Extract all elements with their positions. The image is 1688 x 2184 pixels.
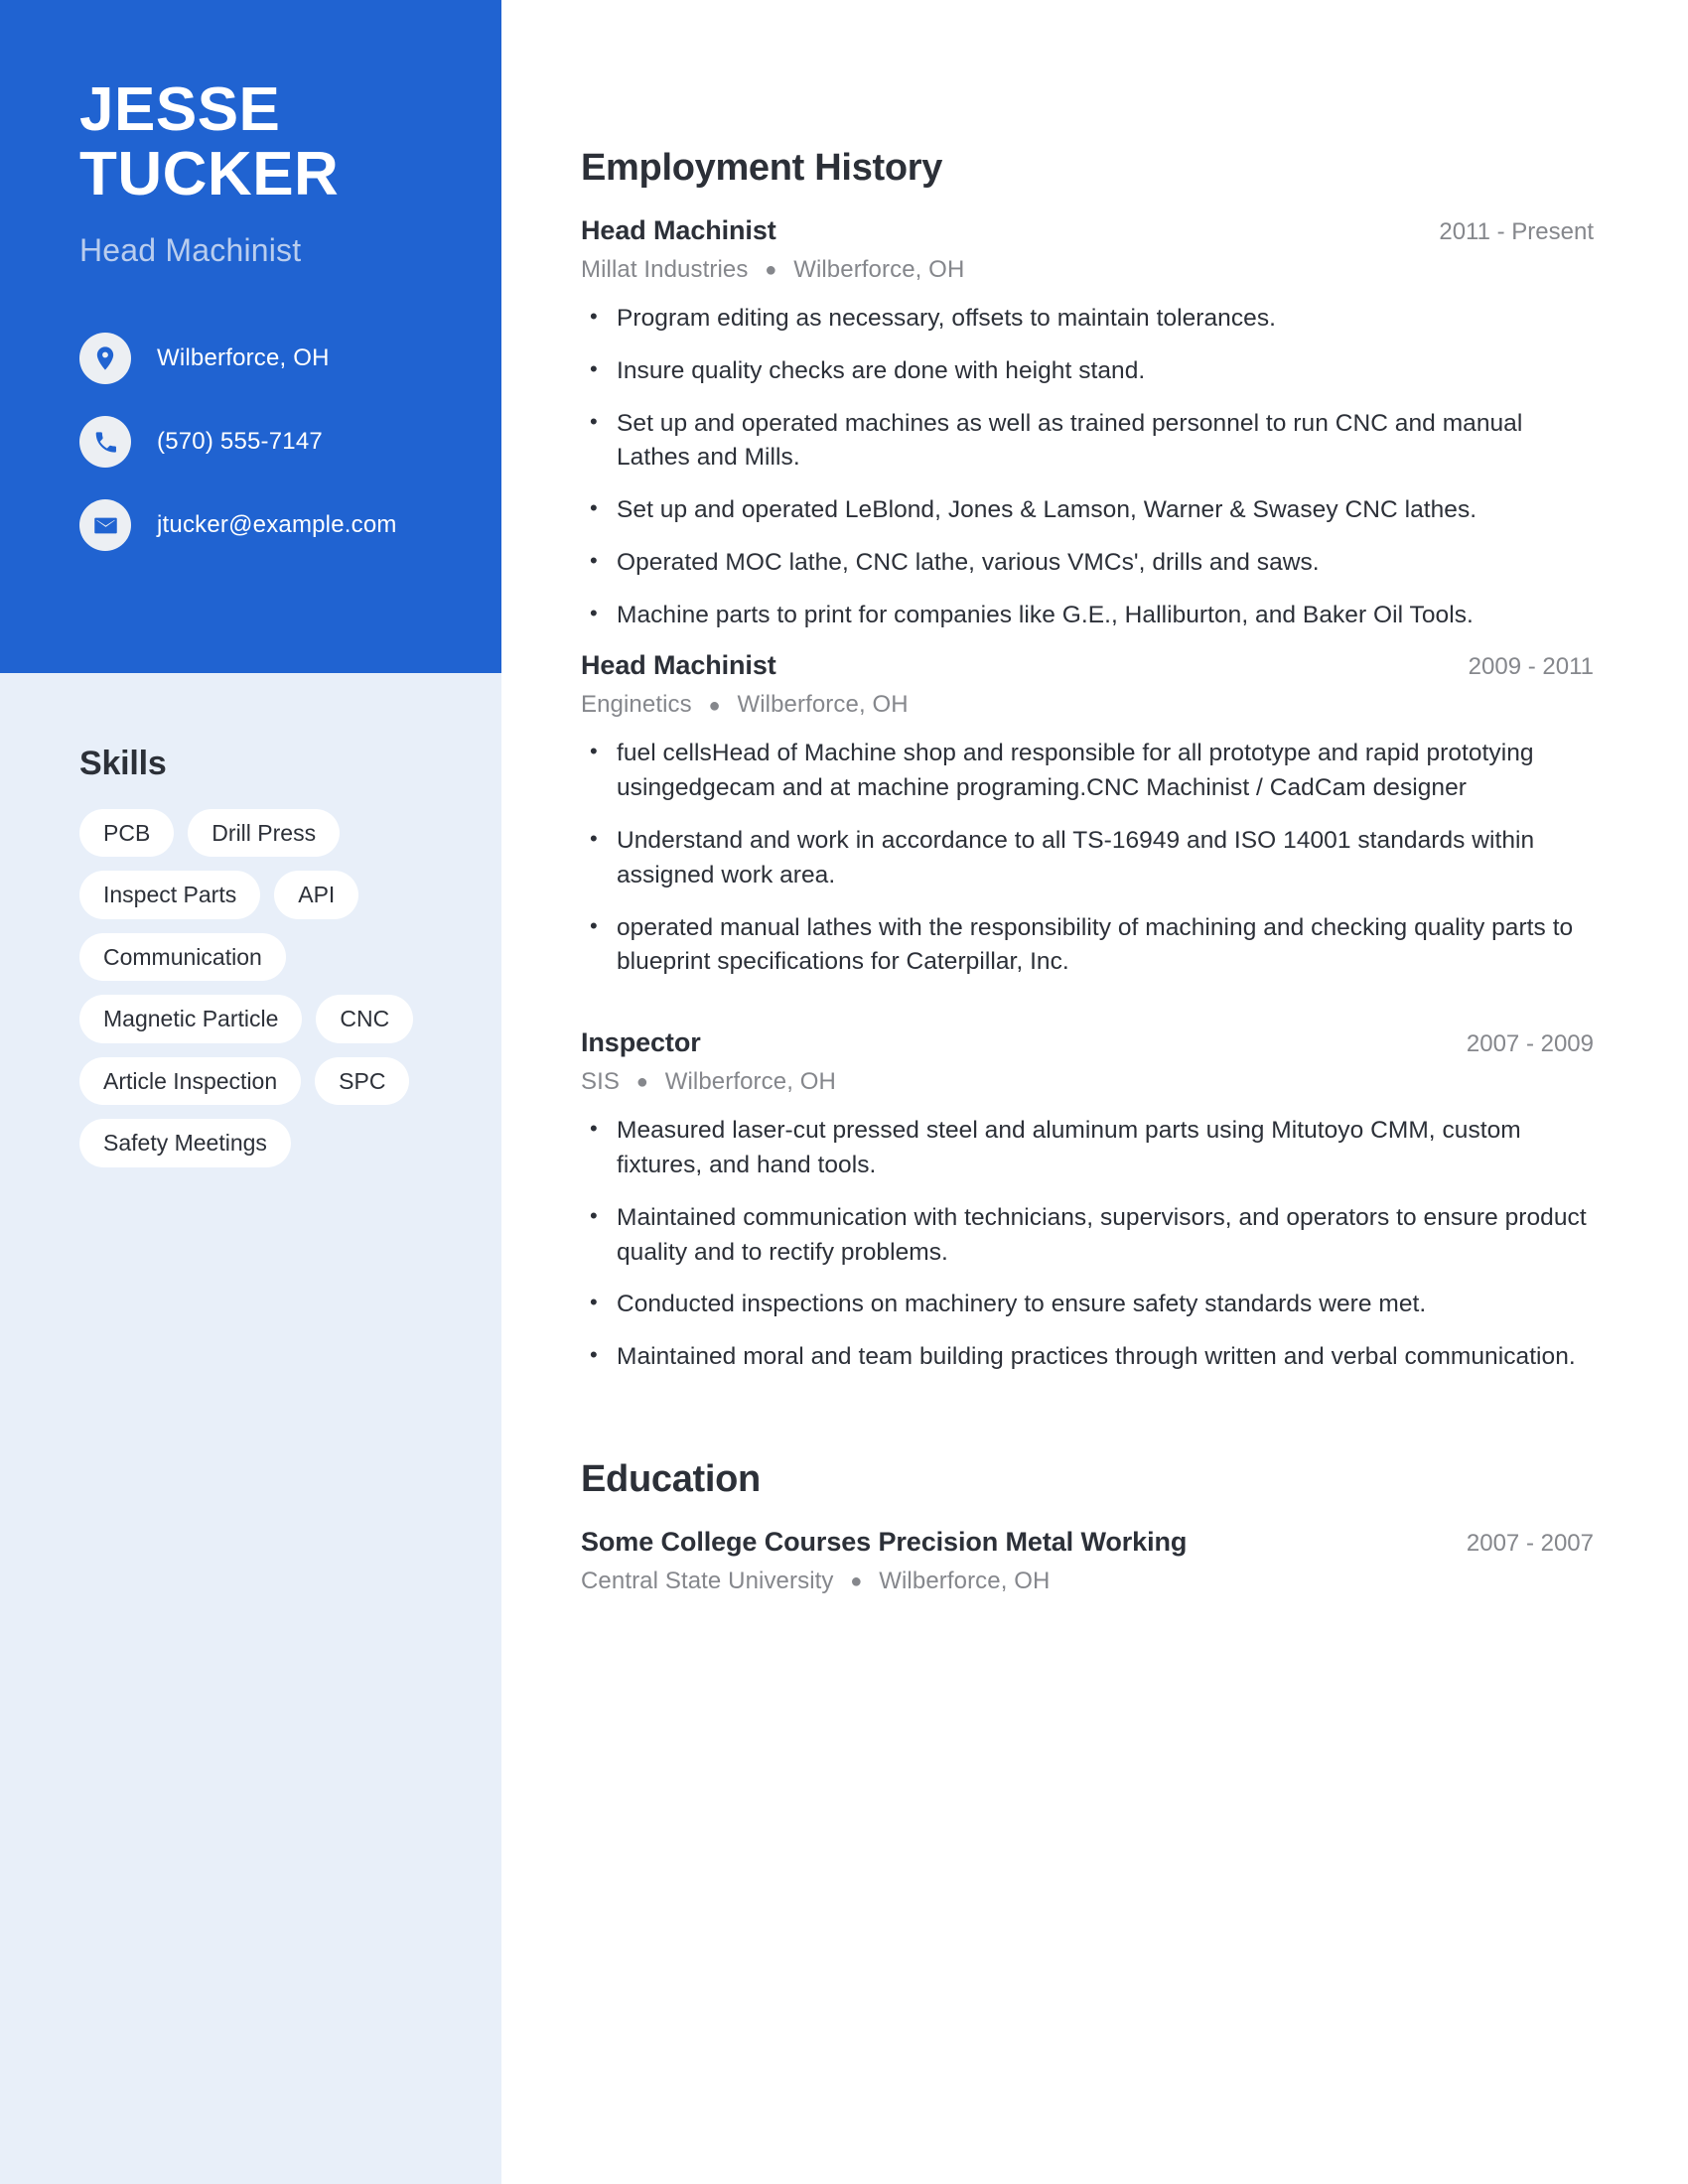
phone-icon [79, 416, 131, 469]
entry-header: Head Machinist 2011 - Present [581, 215, 1594, 246]
candidate-job-title: Head Machinist [79, 232, 302, 269]
skill-pill[interactable]: Inspect Parts [79, 871, 261, 919]
job-bullet: fuel cellsHead of Machine shop and respo… [581, 736, 1594, 806]
job-bullet: Measured laser-cut pressed steel and alu… [581, 1113, 1594, 1183]
contact-email-text: jtucker@example.com [157, 511, 397, 539]
job-bullet-list: Measured laser-cut pressed steel and alu… [581, 1113, 1594, 1375]
job-bullet-list: Program editing as necessary, offsets to… [581, 301, 1594, 633]
sidebar: JESSE TUCKER Head Machinist Wilberforce,… [0, 0, 501, 2184]
main-content: Employment History Head Machinist 2011 -… [501, 0, 1688, 1603]
job-bullet: Set up and operated LeBlond, Jones & Lam… [581, 492, 1594, 528]
contact-list: Wilberforce, OH (570) 555-7147 jtucker@e… [0, 333, 501, 552]
job-location: Wilberforce, OH [793, 256, 965, 283]
education-title: Some College Courses Precision Metal Wor… [581, 1526, 1188, 1557]
employment-entry: Head Machinist 2009 - 2011 Enginetics ● … [581, 650, 1594, 980]
location-pin-icon [79, 333, 131, 385]
job-bullet: Maintained communication with technician… [581, 1200, 1594, 1271]
job-bullet-list: fuel cellsHead of Machine shop and respo… [581, 736, 1594, 981]
job-date-range: 2009 - 2011 [1468, 653, 1594, 681]
job-bullet: Insure quality checks are done with heig… [581, 353, 1594, 389]
education-date-range: 2007 - 2007 [1466, 1529, 1594, 1557]
job-bullet: Understand and work in accordance to all… [581, 823, 1594, 893]
job-date-range: 2011 - Present [1439, 218, 1594, 245]
skill-pill[interactable]: SPC [315, 1056, 410, 1106]
job-company-location: Enginetics ● Wilberforce, OH [581, 691, 1594, 719]
job-company-location: Millat Industries ● Wilberforce, OH [581, 256, 1594, 284]
job-company: SIS [581, 1068, 620, 1096]
skill-pill[interactable]: Article Inspection [79, 1056, 302, 1106]
skill-pill[interactable]: Magnetic Particle [79, 995, 303, 1043]
skill-pill[interactable]: Drill Press [188, 809, 341, 858]
entry-header: Some College Courses Precision Metal Wor… [581, 1527, 1594, 1558]
separator-dot-icon: ● [708, 694, 721, 717]
job-company: Millat Industries [581, 256, 749, 283]
job-title: Head Machinist [581, 650, 776, 681]
job-bullet: Set up and operated machines as well as … [581, 406, 1594, 477]
employment-entry: Head Machinist 2011 - Present Millat Ind… [581, 215, 1594, 632]
skill-pill[interactable]: Safety Meetings [79, 1119, 291, 1167]
education-school: Central State University [581, 1567, 834, 1594]
job-bullet: Operated MOC lathe, CNC lathe, various V… [581, 545, 1594, 581]
candidate-first-name: JESSE [79, 75, 281, 144]
job-bullet: Maintained moral and team building pract… [581, 1339, 1594, 1375]
skill-pill[interactable]: Communication [79, 932, 286, 982]
job-bullet: Program editing as necessary, offsets to… [581, 301, 1594, 337]
skill-pill[interactable]: API [274, 871, 359, 919]
job-location: Wilberforce, OH [664, 1068, 836, 1096]
envelope-icon [79, 499, 131, 552]
candidate-last-name: TUCKER [79, 140, 340, 209]
job-bullet: operated manual lathes with the responsi… [581, 910, 1594, 981]
job-company-location: SIS ● Wilberforce, OH [581, 1068, 1594, 1096]
education-entry: Some College Courses Precision Metal Wor… [581, 1527, 1594, 1595]
job-company: Enginetics [581, 691, 692, 719]
separator-dot-icon: ● [765, 259, 777, 282]
sidebar-header: JESSE TUCKER Head Machinist Wilberforce,… [0, 0, 501, 673]
entry-header: Head Machinist 2009 - 2011 [581, 650, 1594, 681]
contact-item-phone[interactable]: (570) 555-7147 [79, 416, 501, 469]
contact-item-location[interactable]: Wilberforce, OH [79, 333, 501, 385]
contact-location-text: Wilberforce, OH [157, 344, 330, 372]
education-location: Wilberforce, OH [879, 1567, 1051, 1594]
contact-item-email[interactable]: jtucker@example.com [79, 499, 501, 552]
job-location: Wilberforce, OH [737, 691, 909, 719]
separator-dot-icon: ● [850, 1570, 863, 1592]
employment-entry: Inspector 2007 - 2009 SIS ● Wilberforce,… [581, 1027, 1594, 1375]
separator-dot-icon: ● [635, 1071, 648, 1094]
entry-header: Inspector 2007 - 2009 [581, 1027, 1594, 1058]
entry-spacer [581, 998, 1594, 1027]
contact-phone-text: (570) 555-7147 [157, 428, 323, 456]
job-title: Head Machinist [581, 215, 776, 245]
job-bullet: Conducted inspections on machinery to en… [581, 1287, 1594, 1322]
employment-history-heading: Employment History [581, 147, 943, 189]
job-title: Inspector [581, 1027, 701, 1058]
job-date-range: 2007 - 2009 [1466, 1030, 1594, 1058]
skill-pill[interactable]: CNC [316, 995, 414, 1043]
job-bullet: Machine parts to print for companies lik… [581, 598, 1594, 633]
skill-pill[interactable]: PCB [79, 809, 175, 858]
education-school-location: Central State University ● Wilberforce, … [581, 1568, 1594, 1595]
skills-list: PCB Drill Press Inspect Parts API Commun… [79, 809, 447, 1167]
education-heading: Education [581, 1457, 761, 1500]
skills-heading: Skills [79, 745, 167, 782]
skills-section: Skills PCB Drill Press Inspect Parts API… [0, 673, 501, 1167]
